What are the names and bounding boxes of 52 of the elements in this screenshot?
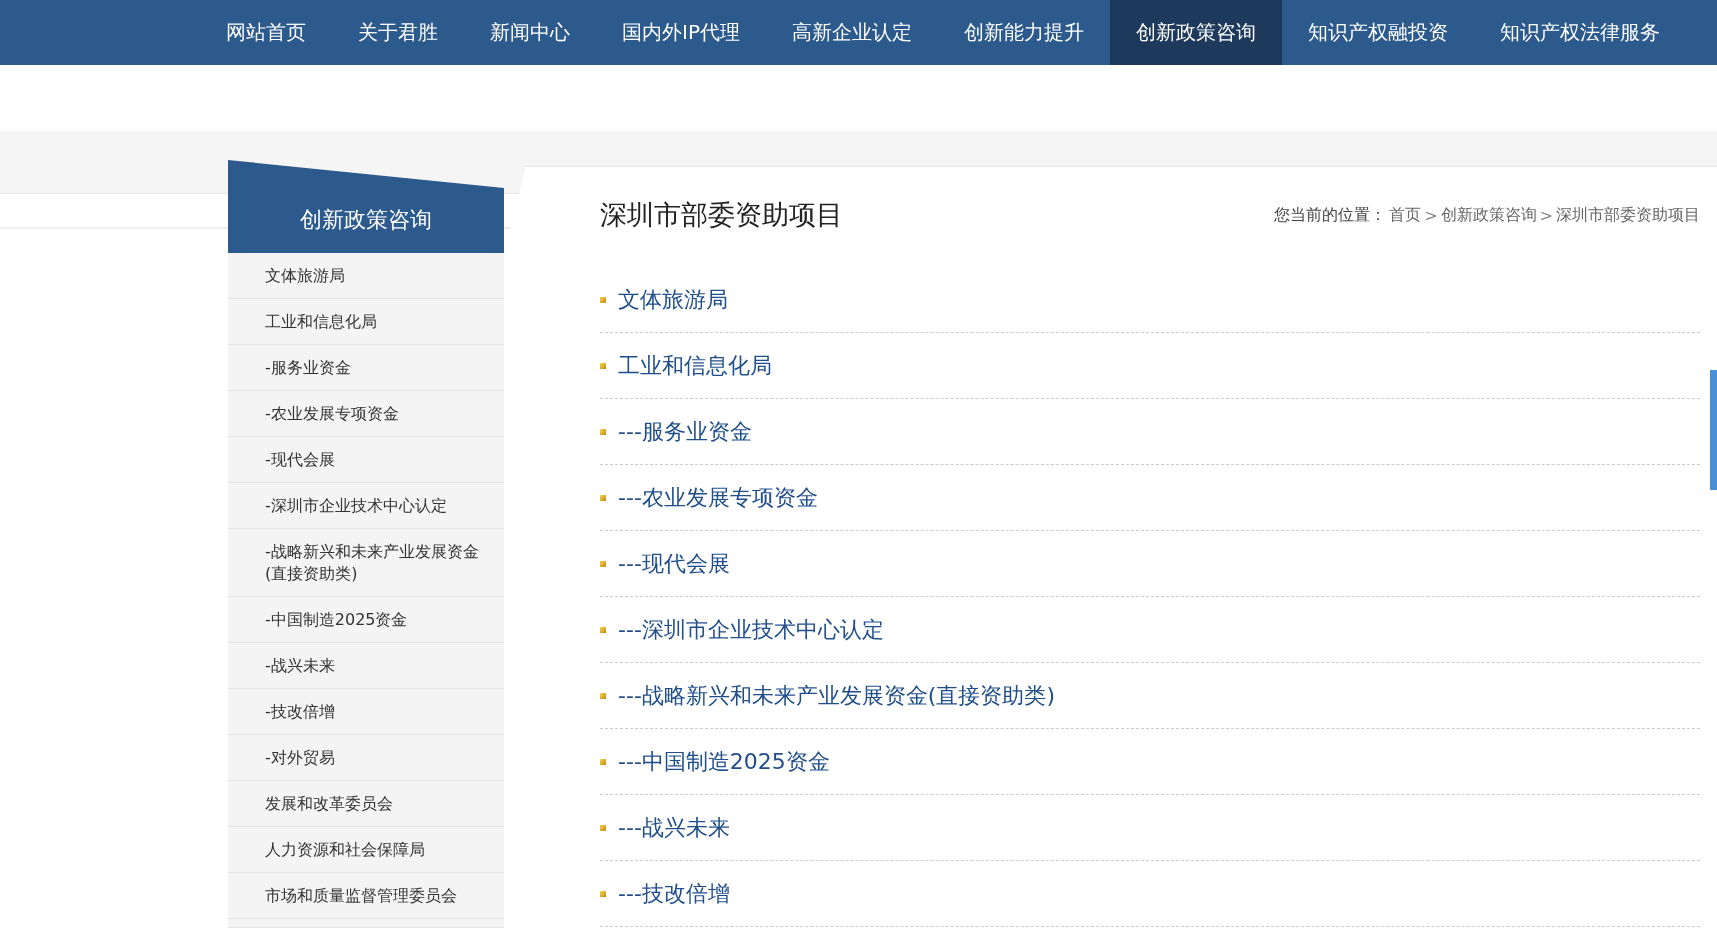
sidebar-item[interactable]: -服务业资金 <box>228 345 504 391</box>
sidebar-item[interactable]: -深圳市企业技术中心认定 <box>228 483 504 529</box>
breadcrumb-link[interactable]: 首页 <box>1389 204 1422 226</box>
breadcrumb-separator: > <box>1539 205 1553 225</box>
square-bullet-icon <box>600 362 606 369</box>
sidebar-item[interactable]: -战兴未来 <box>228 643 504 689</box>
square-bullet-icon <box>600 890 606 897</box>
page-title: 深圳市部委资助项目 <box>600 198 843 232</box>
sidebar-item[interactable]: 文体旅游局 <box>228 253 504 299</box>
square-bullet-icon <box>600 626 606 633</box>
square-bullet-icon <box>600 494 606 501</box>
sidebar-item[interactable]: -农业发展专项资金 <box>228 391 504 437</box>
sidebar-item[interactable]: -战略新兴和未来产业发展资金(直接资助类) <box>228 529 504 597</box>
square-bullet-icon <box>600 824 606 831</box>
square-bullet-icon <box>600 692 606 699</box>
sidebar-item[interactable]: 人力资源和社会保障局 <box>228 827 504 873</box>
list-link[interactable]: ---技改倍增 <box>618 878 730 909</box>
side-tab[interactable] <box>1710 370 1717 490</box>
sidebar-title: 创新政策咨询 <box>300 206 432 234</box>
breadcrumb-separator: > <box>1424 205 1438 225</box>
list-link[interactable]: 工业和信息化局 <box>618 350 772 381</box>
list-link[interactable]: ---服务业资金 <box>618 416 752 447</box>
sidebar-item[interactable]: -对外贸易 <box>228 735 504 781</box>
breadcrumb-link[interactable]: 创新政策咨询 <box>1440 204 1537 226</box>
nav-link[interactable]: 创新能力提升 <box>937 0 1110 65</box>
sidebar-item[interactable]: 发展和改革委员会 <box>228 781 504 827</box>
list-link[interactable]: ---战兴未来 <box>618 812 730 843</box>
nav-link[interactable]: 国内外IP代理 <box>596 0 766 65</box>
sidebar-item[interactable]: -现代会展 <box>228 437 504 483</box>
list-link[interactable]: ---现代会展 <box>618 548 730 579</box>
nav-link[interactable]: 新闻中心 <box>464 0 596 65</box>
list-link[interactable]: 文体旅游局 <box>618 284 728 315</box>
sidebar-item[interactable]: -中国制造2025资金 <box>228 597 504 643</box>
sidebar-item[interactable]: -技改倍增 <box>228 689 504 735</box>
nav-link[interactable]: 知识产权法律服务 <box>1473 0 1686 65</box>
breadcrumb-link[interactable]: 深圳市部委资助项目 <box>1556 204 1700 226</box>
sidebar-item[interactable]: 市场和质量监督管理委员会 <box>228 873 504 919</box>
nav-link[interactable]: 创新政策咨询 <box>1109 0 1282 65</box>
square-bullet-icon <box>600 758 606 765</box>
list-link[interactable]: ---农业发展专项资金 <box>618 482 818 513</box>
square-bullet-icon <box>600 428 606 435</box>
list-link[interactable]: ---深圳市企业技术中心认定 <box>618 614 884 645</box>
square-bullet-icon <box>600 296 606 303</box>
list-link[interactable]: ---中国制造2025资金 <box>618 746 830 777</box>
nav-link[interactable]: 高新企业认定 <box>765 0 938 65</box>
nav-link[interactable]: 网站首页 <box>200 0 332 65</box>
list-link[interactable]: ---战略新兴和未来产业发展资金(直接资助类) <box>618 680 1055 711</box>
sidebar-item[interactable]: 工业和信息化局 <box>228 299 504 345</box>
square-bullet-icon <box>600 560 606 567</box>
nav-link[interactable]: 知识产权融投资 <box>1281 0 1474 65</box>
breadcrumb-label: 您当前的位置： <box>1274 204 1387 226</box>
nav-link[interactable]: 关于君胜 <box>332 0 464 65</box>
